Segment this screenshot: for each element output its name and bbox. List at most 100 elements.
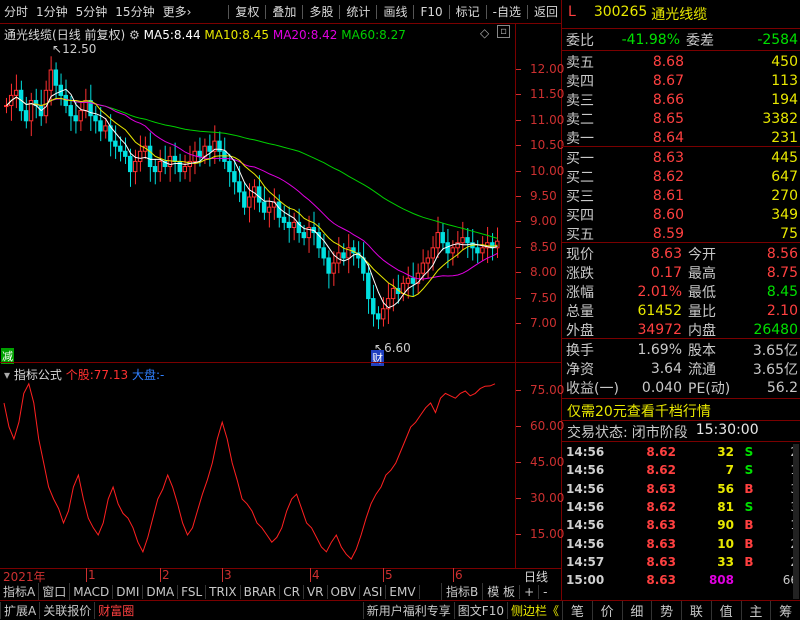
price-tick-label: 8.50 [530,239,557,254]
finance-tag[interactable]: 财 [371,350,384,366]
candle-body [103,125,108,132]
tick-volume: 33 [717,554,734,569]
period-tab[interactable]: 分时 [0,0,32,24]
period-tab[interactable]: 更多› [159,0,196,24]
tick-row: 14:568.6281S3 [566,498,798,516]
month-label: 4 [312,568,320,582]
level-qty: 75 [780,225,798,242]
indicator-tab-right[interactable]: - [538,584,551,599]
candle-body [247,196,252,208]
indicator-tab[interactable]: 指标A [0,583,40,600]
candle-body [321,247,326,259]
indicator-tab[interactable]: DMI [113,584,144,599]
indicator-tab[interactable]: BRAR [241,584,281,599]
period-tab[interactable]: 1分钟 [32,0,72,24]
indicator-tab[interactable]: CR [280,584,304,599]
bid-row: 买一 8.63 445 [566,148,798,167]
bottom-link[interactable]: 图文F10 [453,602,507,619]
stat-value: 8.63 [650,245,682,262]
price-tick-label: 11.00 [530,112,565,127]
candle-body [207,145,212,152]
level-label: 卖三 [566,92,594,109]
period-tab[interactable]: 5分钟 [72,0,112,24]
month-label: 5 [385,568,393,582]
tick-price: 8.62 [646,499,676,514]
bottom-link[interactable]: 新用户福利专享 [362,602,454,619]
indicator-chart[interactable] [0,380,516,566]
toolbar-button[interactable]: 画线 [379,0,411,24]
kline-chart[interactable] [0,38,516,364]
nav-tab[interactable]: 主 [740,601,771,620]
indicator-tab[interactable]: TRIX [206,584,241,599]
price-axis: 12.00 11.50 11.00 10.50 10.00 9.50 9.00 8.50 8.0… [516,0,565,600]
tick-side: S [744,445,754,459]
nav-tab[interactable]: 势 [651,601,681,620]
indicator-tab[interactable]: EMV [386,584,420,599]
tick-time: 14:57 [566,554,605,569]
toolbar-button[interactable]: 复权 [231,0,263,24]
price-tick [516,221,521,223]
ind-tick-label: 15.00 [530,527,565,541]
price-tick-label: 10.50 [530,138,565,153]
toolbar-button[interactable]: 统计 [342,0,374,24]
indicator-tab[interactable]: MACD [70,584,114,599]
level-qty: 270 [771,187,798,204]
level-price: 8.67 [652,72,684,89]
period-tab[interactable]: 15分钟 [111,0,158,24]
tick-time: 14:56 [566,445,605,459]
candle-body [4,105,9,108]
indicator-tab-right[interactable]: 指标B [441,583,482,600]
nav-tab[interactable]: 价 [591,601,622,620]
ask-row: 卖二 8.65 3382 [566,109,798,128]
quote-header: L 300265 通光线缆 [568,4,707,24]
stat-label: 收益(一) [566,380,619,397]
toolbar-button[interactable]: F10 [416,0,446,24]
month-label: 3 [224,568,232,582]
bottom-bar: 扩展A 关联报价 财富圈 新用户福利专享 图文F10 侧边栏《 笔价细势联值主筹 [0,600,800,620]
month-tick [222,568,223,582]
tick-scrollbar[interactable] [793,444,799,599]
bottom-tab[interactable]: 财富圈 [94,602,137,619]
stat-value-2: 3.65亿 [752,342,798,359]
toolbar-button[interactable]: 标记 [452,0,484,24]
nav-tab[interactable]: 值 [710,601,741,620]
indicator-tab-right[interactable]: + [519,584,538,599]
indicator-tab[interactable]: OBV [328,584,361,599]
stat-row: 现价 8.63 今开 8.56 [566,244,798,263]
tick-price: 8.63 [646,481,676,496]
bottom-link[interactable]: 侧边栏《 [506,602,562,619]
candle-body [475,247,480,254]
indicator-tab[interactable]: DMA [143,584,179,599]
bottom-tab[interactable]: 关联报价 [39,602,94,619]
promo-link[interactable]: 仅需20元查看千档行情 [567,401,711,421]
toolbar-button[interactable]: 叠加 [268,0,300,24]
bid-row: 买二 8.62 647 [566,167,798,186]
level-qty: 450 [771,53,798,70]
bottom-tab[interactable]: 扩展A [0,602,39,619]
indicator-tab-right[interactable]: 模 板 [482,583,519,600]
tick-volume: 81 [717,499,734,514]
indicator-tab[interactable]: ASI [360,584,387,599]
level-qty: 3382 [762,110,798,127]
bottom-nav: 笔价细势联值主筹 [562,601,800,620]
ind-tick [516,390,521,391]
price-tick [516,323,521,324]
level-qty: 445 [771,149,798,166]
candle-body [113,140,118,147]
indicator-tab[interactable]: VR [304,584,328,599]
nav-tab[interactable]: 联 [681,601,711,620]
toolbar-button[interactable]: 多股 [305,0,337,24]
toolbar-sep [228,4,230,19]
nav-tab[interactable]: 细 [621,601,652,620]
nav-tab[interactable]: 筹 [770,601,800,620]
indicator-tab[interactable]: 窗口 [39,583,71,600]
bid-row: 买五 8.59 75 [566,224,798,243]
stat-row: 涨幅 2.01% 最低 8.45 [566,282,798,301]
month-tick [160,568,161,582]
tick-price: 8.63 [646,554,676,569]
expand-icon[interactable]: ▫ [497,25,510,38]
nav-tab[interactable]: 笔 [562,601,592,620]
candle-body [390,287,396,300]
indicator-tab[interactable]: FSL [178,584,207,599]
stat-row: 总量 61452 量比 2.10 [566,301,798,320]
